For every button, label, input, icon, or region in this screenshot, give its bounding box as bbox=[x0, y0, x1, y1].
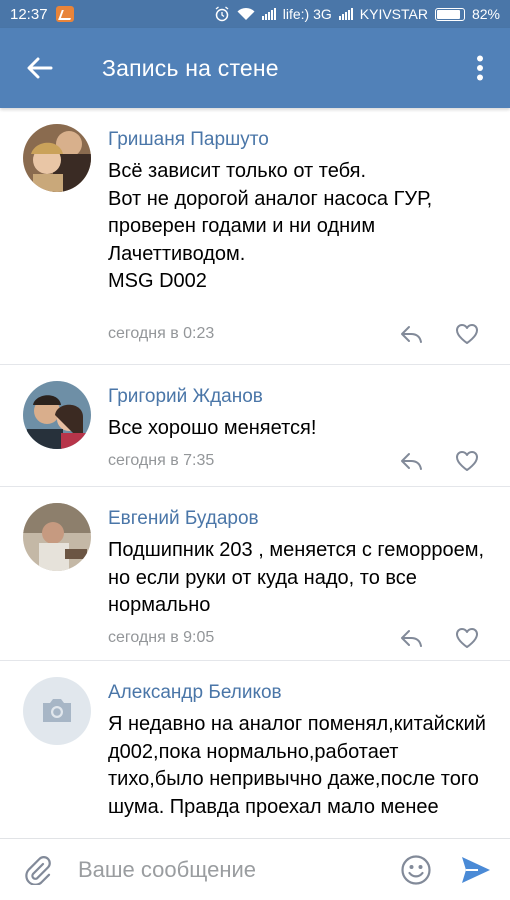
comment-time: сегодня в 7:35 bbox=[108, 451, 215, 469]
comment-item: Евгений Бударов Подшипник 203 , меняется… bbox=[0, 487, 510, 661]
camera-icon bbox=[43, 699, 71, 722]
comment-time: сегодня в 9:05 bbox=[108, 628, 215, 646]
reply-icon bbox=[401, 326, 422, 343]
heart-icon bbox=[456, 450, 478, 471]
comment-author[interactable]: Александр Беликов bbox=[108, 681, 490, 705]
comments-list: Гришаня Паршуто Всё зависит только от те… bbox=[0, 108, 510, 838]
notification-icon bbox=[55, 6, 74, 22]
heart-icon bbox=[456, 324, 478, 344]
avatar[interactable] bbox=[23, 381, 91, 449]
battery-icon bbox=[434, 7, 465, 21]
avatar-placeholder[interactable] bbox=[23, 677, 91, 745]
comment-text: Всё зависит только от тебя. Вот не дорог… bbox=[108, 160, 433, 292]
comment-time: сегодня в 0:23 bbox=[108, 325, 215, 342]
signal-icon-2 bbox=[338, 8, 353, 20]
like-button[interactable] bbox=[453, 320, 481, 348]
message-input[interactable] bbox=[78, 849, 394, 890]
avatar[interactable] bbox=[23, 503, 91, 571]
comment-author[interactable]: Гришаня Паршуто bbox=[108, 128, 490, 152]
comment-item: Александр Беликов Я недавно на аналог по… bbox=[0, 661, 510, 838]
comment-text: Все хорошо меняется! bbox=[108, 417, 317, 439]
comment-author[interactable]: Евгений Бударов bbox=[108, 507, 490, 531]
alarm-icon bbox=[215, 6, 229, 22]
comment-text: Подшипник 203 , меняется с геморроем, но… bbox=[108, 539, 485, 616]
page-title: Запись на стене bbox=[102, 54, 279, 81]
reply-button[interactable] bbox=[397, 320, 425, 348]
carrier-2: KYIVSTAR bbox=[359, 6, 428, 22]
app-bar: Запись на стене bbox=[0, 28, 510, 108]
status-time: 12:37 bbox=[10, 5, 48, 23]
attach-button[interactable] bbox=[8, 839, 68, 900]
reply-button[interactable] bbox=[397, 624, 425, 652]
back-button[interactable] bbox=[0, 28, 80, 108]
message-composer bbox=[0, 838, 510, 900]
smile-icon bbox=[401, 854, 431, 885]
battery-percent: 82% bbox=[471, 6, 500, 22]
comment-author[interactable]: Григорий Жданов bbox=[108, 385, 490, 409]
more-vertical-icon bbox=[477, 55, 483, 81]
send-button[interactable] bbox=[450, 839, 502, 900]
comment-item: Гришаня Паршуто Всё зависит только от те… bbox=[0, 108, 510, 365]
reply-icon bbox=[401, 629, 422, 647]
avatar[interactable] bbox=[23, 124, 91, 192]
signal-icon bbox=[261, 8, 276, 20]
wifi-icon bbox=[237, 7, 255, 20]
status-bar: 12:37 life:) 3G KYIVSTAR 82% bbox=[0, 0, 510, 28]
emoji-button[interactable] bbox=[394, 839, 438, 900]
carrier-1: life:) 3G bbox=[282, 6, 332, 22]
like-button[interactable] bbox=[453, 447, 481, 475]
reply-icon bbox=[401, 452, 422, 470]
arrow-left-icon bbox=[27, 57, 53, 79]
comment-text: Я недавно на аналог поменял,китайский д0… bbox=[108, 713, 486, 818]
send-icon bbox=[462, 856, 490, 883]
like-button[interactable] bbox=[453, 624, 481, 652]
paperclip-icon bbox=[25, 855, 51, 885]
heart-icon bbox=[456, 627, 478, 648]
reply-button[interactable] bbox=[397, 447, 425, 475]
more-options-button[interactable] bbox=[450, 28, 510, 108]
comment-item: Григорий Жданов Все хорошо меняется! сег… bbox=[0, 365, 510, 487]
